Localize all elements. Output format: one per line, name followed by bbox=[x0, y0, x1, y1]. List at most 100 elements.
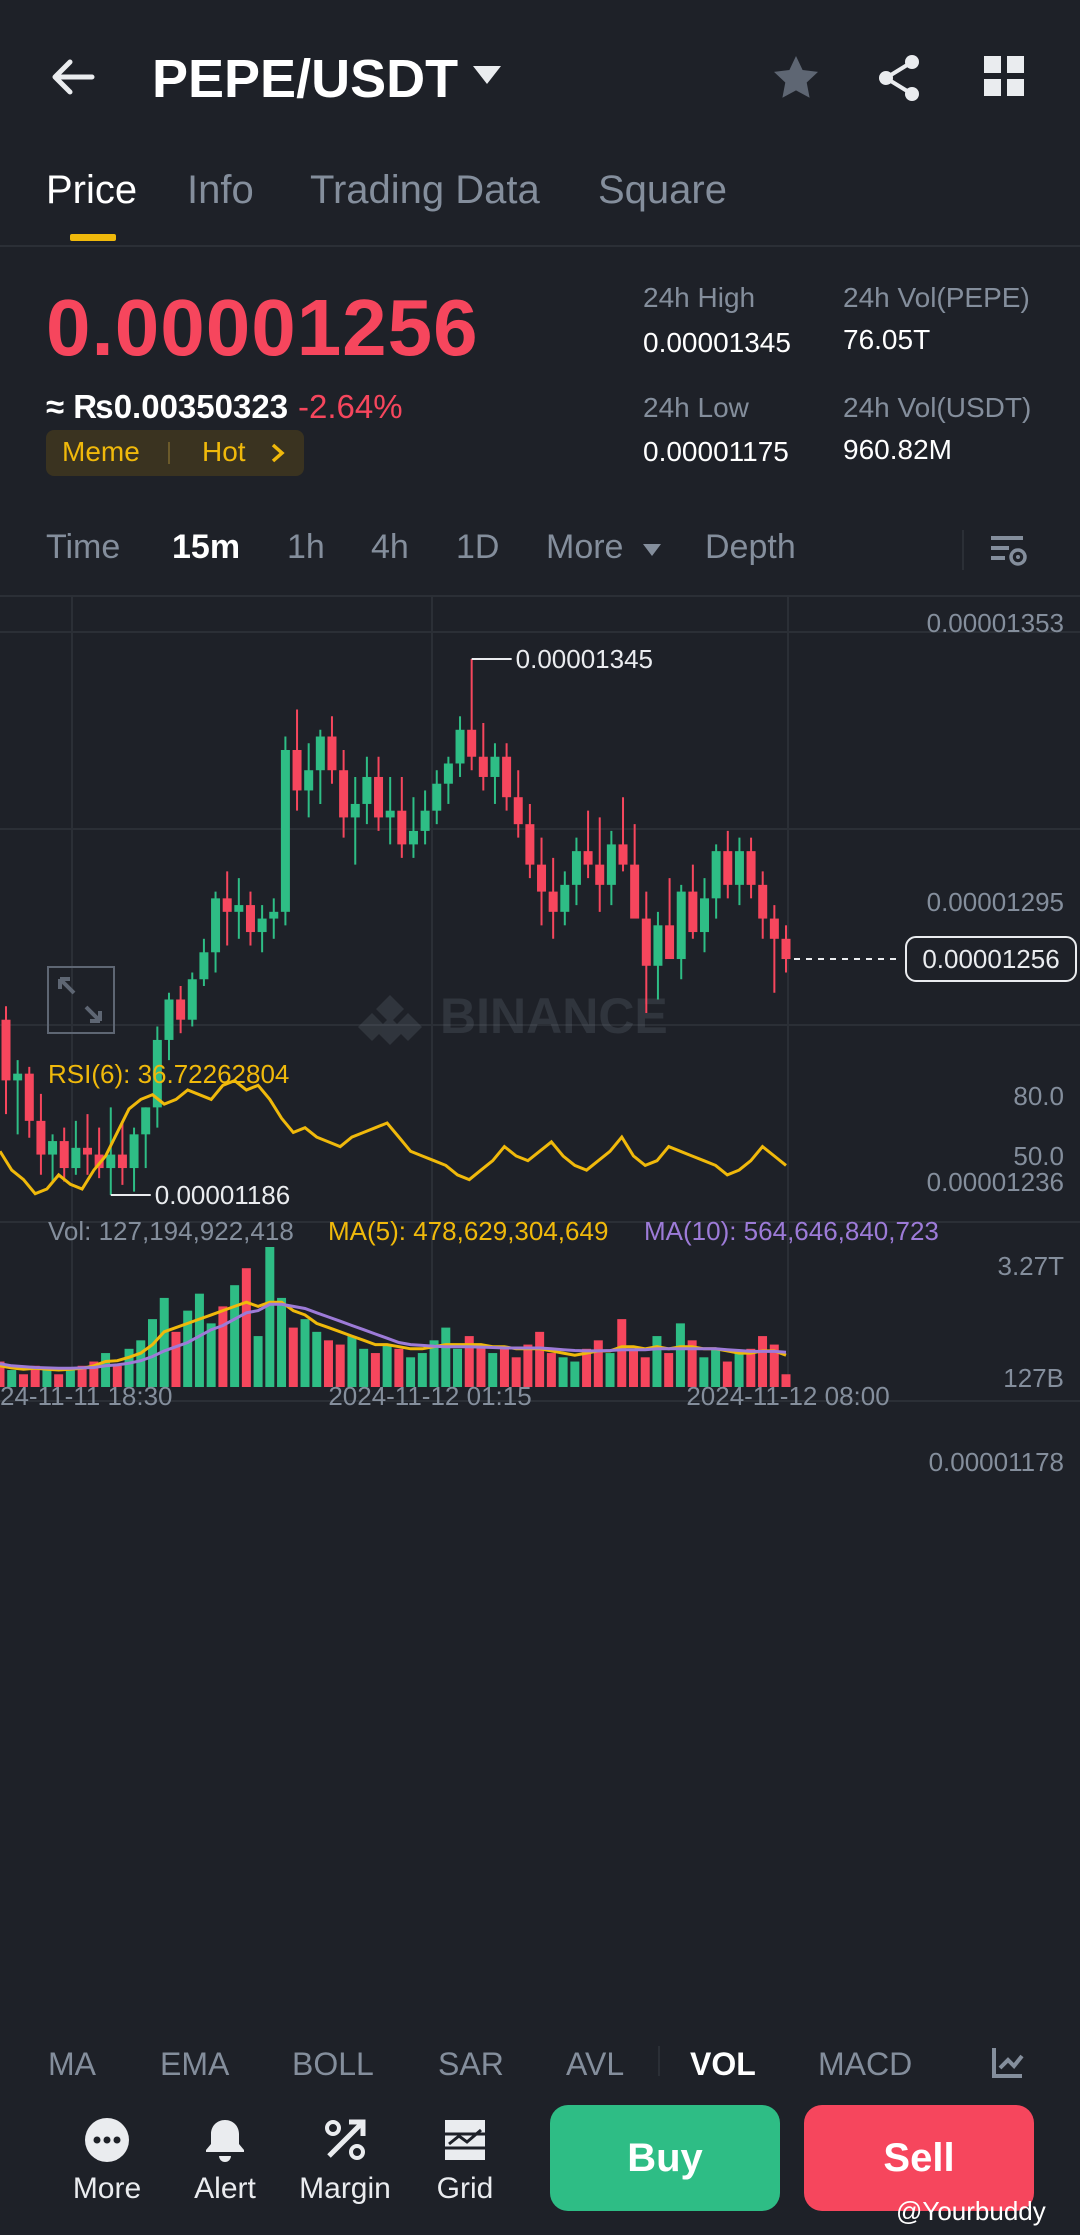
candles bbox=[1, 658, 791, 1196]
candle bbox=[315, 729, 325, 804]
candle-body bbox=[606, 844, 616, 885]
interval-more[interactable]: More bbox=[546, 528, 623, 567]
price-markers: 0.00001345 0.00001186 0.00001256 bbox=[110, 644, 1077, 1210]
candle bbox=[199, 938, 209, 986]
candle bbox=[502, 743, 512, 811]
candle-body bbox=[82, 1147, 92, 1155]
vol-base-label: 24h Vol(PEPE) bbox=[843, 282, 1030, 313]
volume-tick-max: 3.27T bbox=[998, 1251, 1065, 1281]
price-change-percent: -2.64% bbox=[298, 388, 403, 425]
indicator-vol[interactable]: VOL bbox=[690, 2046, 756, 2083]
candle-body bbox=[141, 1107, 151, 1135]
pair-dropdown-icon[interactable] bbox=[470, 62, 504, 88]
reset-zoom-button[interactable] bbox=[47, 966, 115, 1034]
candle bbox=[688, 864, 698, 939]
candle bbox=[420, 790, 430, 845]
candle-body bbox=[595, 864, 605, 885]
candle bbox=[560, 871, 570, 926]
tab-info[interactable]: Info bbox=[187, 168, 254, 213]
candle-body bbox=[339, 770, 349, 818]
time-label-1: 24-11-11 18:30 bbox=[0, 1381, 173, 1411]
category-tags[interactable]: Meme Hot bbox=[46, 430, 304, 476]
favorite-star-icon[interactable] bbox=[770, 52, 822, 104]
candle-body bbox=[571, 851, 581, 885]
indicator-sar[interactable]: SAR bbox=[438, 2046, 504, 2083]
buy-button[interactable]: Buy bbox=[550, 2105, 780, 2211]
candle bbox=[525, 803, 535, 879]
current-price-tag: 0.00001256 bbox=[922, 944, 1059, 974]
reset-zoom-frame[interactable] bbox=[47, 966, 115, 1034]
candle bbox=[665, 878, 675, 960]
candle bbox=[758, 871, 768, 939]
grid-menu-icon[interactable] bbox=[982, 54, 1026, 98]
interval-depth[interactable]: Depth bbox=[705, 528, 796, 567]
vol-quote-label: 24h Vol(USDT) bbox=[843, 392, 1032, 423]
share-icon[interactable] bbox=[874, 52, 924, 104]
volume-bar bbox=[593, 1340, 603, 1387]
volume-bar bbox=[136, 1340, 146, 1387]
candle bbox=[408, 797, 418, 858]
indicator-settings-icon[interactable] bbox=[990, 2044, 1026, 2080]
candle-body bbox=[199, 952, 209, 980]
candle-body bbox=[478, 756, 488, 777]
nav-grid[interactable]: Grid bbox=[410, 2116, 520, 2206]
tab-price[interactable]: Price bbox=[46, 168, 137, 213]
indicator-divider bbox=[658, 2046, 660, 2076]
time-label-3: 2024-11-12 08:00 bbox=[686, 1381, 889, 1411]
candle bbox=[339, 750, 349, 838]
indicator-ema[interactable]: EMA bbox=[160, 2046, 229, 2083]
interval-4h[interactable]: 4h bbox=[371, 528, 409, 567]
candle bbox=[245, 891, 255, 946]
volume-bar bbox=[652, 1336, 662, 1387]
candle bbox=[618, 797, 628, 872]
last-price: 0.00001256 bbox=[46, 283, 479, 372]
price-chart[interactable]: BINANCE 0.00001353 0.00001295 0.00001236… bbox=[0, 597, 1080, 2007]
watermark-text: BINANCE bbox=[440, 988, 668, 1044]
volume-bar bbox=[159, 1297, 169, 1387]
volume-bar bbox=[546, 1353, 556, 1387]
indicator-avl[interactable]: AVL bbox=[566, 2046, 624, 2083]
chart-settings-icon[interactable] bbox=[988, 530, 1028, 570]
indicator-boll[interactable]: BOLL bbox=[292, 2046, 374, 2083]
candle-body bbox=[327, 736, 337, 771]
candle-body bbox=[106, 1154, 116, 1169]
candle-body bbox=[769, 918, 779, 939]
back-arrow-icon[interactable] bbox=[48, 52, 98, 102]
tab-trading-data[interactable]: Trading Data bbox=[310, 168, 540, 213]
candle bbox=[676, 884, 686, 980]
nav-more[interactable]: More bbox=[52, 2116, 162, 2206]
volume-bar bbox=[323, 1340, 333, 1387]
tab-square[interactable]: Square bbox=[598, 168, 727, 213]
candle-body bbox=[618, 844, 628, 865]
candle bbox=[455, 716, 465, 777]
candle bbox=[1, 1006, 11, 1115]
tag-hot[interactable]: Hot bbox=[202, 436, 246, 468]
candle-body bbox=[641, 918, 651, 966]
volume-bar bbox=[241, 1268, 251, 1387]
nav-margin[interactable]: Margin bbox=[290, 2116, 400, 2206]
indicator-ma[interactable]: MA bbox=[48, 2046, 96, 2083]
candle-body bbox=[781, 938, 791, 960]
candle bbox=[129, 1127, 139, 1192]
pair-title[interactable]: PEPE/USDT bbox=[152, 48, 458, 110]
interval-1h[interactable]: 1h bbox=[287, 528, 325, 567]
candle-body bbox=[176, 999, 186, 1020]
interval-1d[interactable]: 1D bbox=[456, 528, 499, 567]
volume-bar bbox=[558, 1357, 568, 1387]
more-dropdown-icon bbox=[643, 544, 661, 556]
top-bar: PEPE/USDT bbox=[0, 0, 1080, 150]
candle-body bbox=[187, 979, 197, 1020]
candle bbox=[548, 857, 558, 939]
candle bbox=[350, 776, 360, 865]
indicator-macd[interactable]: MACD bbox=[818, 2046, 912, 2083]
tag-meme[interactable]: Meme bbox=[62, 436, 140, 468]
interval-15m[interactable]: 15m bbox=[172, 528, 240, 567]
expand-arrows-icon[interactable] bbox=[58, 977, 102, 1023]
price-axis: 0.00001353 0.00001295 0.00001236 0.00001… bbox=[927, 608, 1064, 1477]
nav-alert-label: Alert bbox=[194, 2172, 256, 2205]
candle-body bbox=[723, 851, 733, 885]
candle-body bbox=[455, 729, 465, 764]
interval-time[interactable]: Time bbox=[46, 528, 120, 567]
vol-base-value: 76.05T bbox=[843, 324, 931, 355]
nav-alert[interactable]: Alert bbox=[170, 2116, 280, 2206]
